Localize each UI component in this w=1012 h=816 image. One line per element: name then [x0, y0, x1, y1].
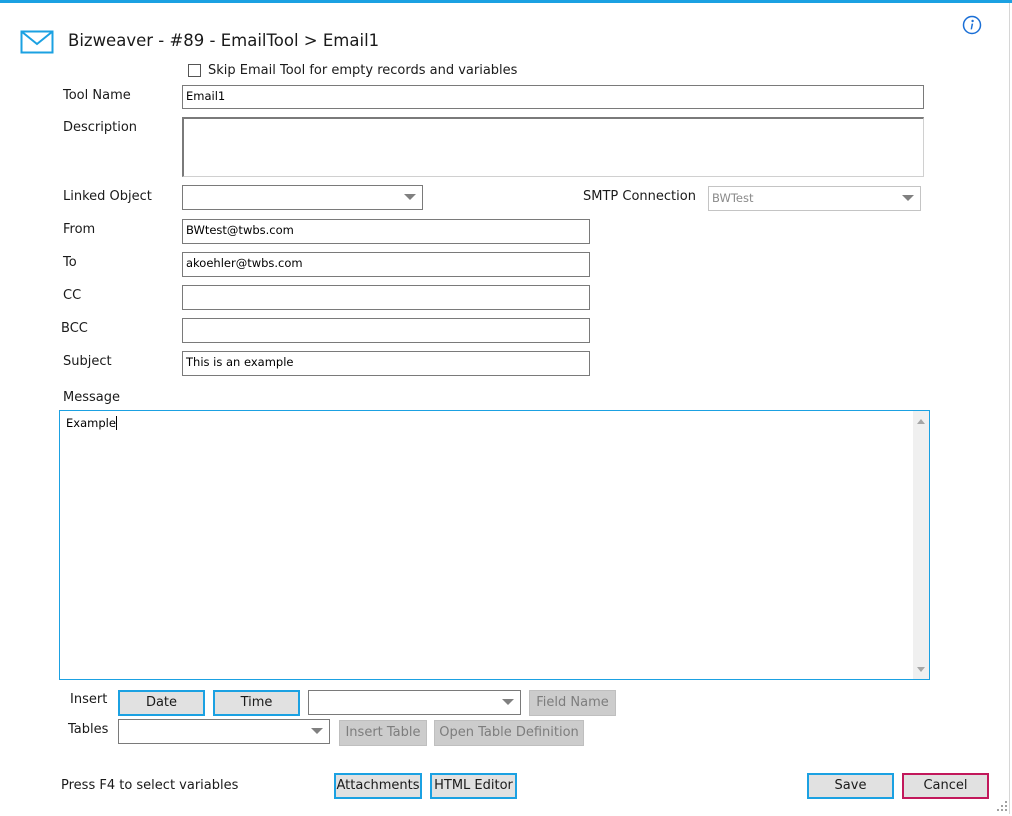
skip-empty-label: Skip Email Tool for empty records and va… — [208, 63, 518, 78]
description-label: Description — [63, 120, 138, 135]
description-textarea[interactable] — [182, 117, 924, 177]
resize-grip-icon[interactable] — [996, 800, 1008, 812]
to-label: To — [63, 255, 77, 270]
chevron-down-icon — [502, 699, 514, 705]
smtp-connection-value: BWTest — [712, 191, 754, 205]
insert-date-button[interactable]: Date — [118, 690, 205, 716]
tool-name-input[interactable]: Email1 — [182, 85, 924, 109]
window-top-accent — [0, 0, 1012, 3]
open-table-definition-button[interactable]: Open Table Definition — [434, 720, 584, 746]
info-icon[interactable] — [962, 15, 982, 35]
smtp-connection-label: SMTP Connection — [583, 189, 696, 204]
insert-field-select[interactable] — [308, 690, 521, 715]
envelope-icon — [20, 30, 54, 54]
scroll-down-icon[interactable] — [917, 667, 925, 672]
message-body-text: Example — [66, 416, 116, 430]
html-editor-button[interactable]: HTML Editor — [430, 773, 517, 799]
save-button[interactable]: Save — [807, 773, 894, 799]
subject-input[interactable]: This is an example — [182, 351, 590, 376]
insert-table-button[interactable]: Insert Table — [339, 720, 427, 746]
cancel-button[interactable]: Cancel — [902, 773, 989, 799]
window-right-border — [1009, 3, 1010, 814]
tables-label: Tables — [68, 722, 109, 737]
skip-empty-checkbox[interactable] — [188, 64, 201, 77]
f4-hint: Press F4 to select variables — [61, 778, 239, 793]
smtp-connection-select[interactable]: BWTest — [708, 186, 921, 211]
bcc-input[interactable] — [182, 318, 590, 343]
text-cursor — [115, 416, 117, 430]
linked-object-label: Linked Object — [63, 189, 152, 204]
from-input[interactable]: BWtest@twbs.com — [182, 219, 590, 244]
cc-input[interactable] — [182, 285, 590, 310]
message-label: Message — [63, 390, 120, 405]
to-input[interactable]: akoehler@twbs.com — [182, 252, 590, 277]
message-scrollbar[interactable] — [913, 411, 929, 679]
tool-name-label: Tool Name — [63, 88, 131, 103]
chevron-down-icon — [404, 194, 416, 200]
from-label: From — [63, 222, 96, 237]
tables-select[interactable] — [118, 719, 330, 744]
insert-time-button[interactable]: Time — [213, 690, 300, 716]
window-title: Bizweaver - #89 - EmailTool > Email1 — [68, 31, 380, 50]
scroll-up-icon[interactable] — [917, 419, 925, 424]
insert-label: Insert — [70, 692, 108, 707]
message-body: Example — [66, 416, 117, 430]
subject-label: Subject — [63, 354, 112, 369]
bcc-label: BCC — [61, 321, 88, 336]
chevron-down-icon — [311, 728, 323, 734]
field-name-button[interactable]: Field Name — [529, 690, 616, 716]
linked-object-select[interactable] — [182, 185, 423, 210]
chevron-down-icon — [902, 195, 914, 201]
message-editor[interactable]: Example — [59, 410, 930, 680]
attachments-button[interactable]: Attachments — [334, 773, 422, 799]
cc-label: CC — [63, 288, 82, 303]
